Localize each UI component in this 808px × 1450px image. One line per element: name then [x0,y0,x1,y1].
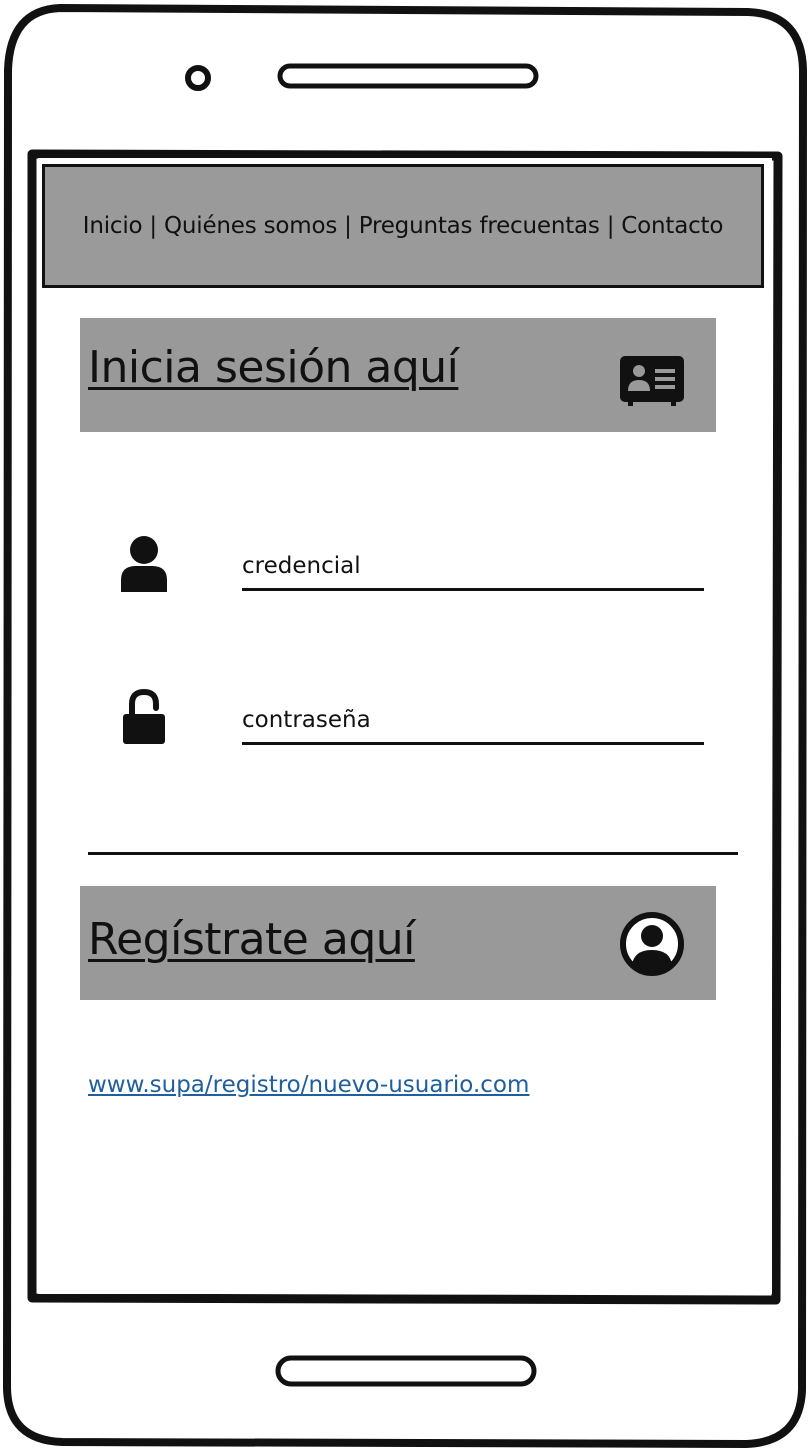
password-input[interactable] [242,702,704,745]
register-header: Regístrate aquí [80,886,716,1000]
nav-link-quienes-somos[interactable]: Quiénes somos [164,213,337,239]
id-card-icon [620,356,684,406]
login-title-link[interactable]: Inicia sesión aquí [88,342,459,393]
registration-link[interactable]: www.supa/registro/nuevo-usuario.com [88,1072,529,1098]
user-circle-icon [620,912,684,976]
nav-link-inicio[interactable]: Inicio [83,213,143,239]
nav-link-preguntas[interactable]: Preguntas frecuentas [359,213,600,239]
user-icon [121,536,167,592]
nav-separator: | [606,213,615,239]
nav-separator: | [149,213,157,239]
section-divider [88,852,738,855]
credential-row [118,534,708,598]
register-title-link[interactable]: Regístrate aquí [88,914,415,965]
credential-input[interactable] [242,548,704,591]
unlock-icon [123,688,165,744]
top-navigation: Inicio | Quiénes somos | Preguntas frecu… [42,164,764,288]
login-header: Inicia sesión aquí [80,318,716,432]
nav-separator: | [344,213,352,239]
password-row [118,688,708,752]
nav-link-contacto[interactable]: Contacto [621,213,723,239]
